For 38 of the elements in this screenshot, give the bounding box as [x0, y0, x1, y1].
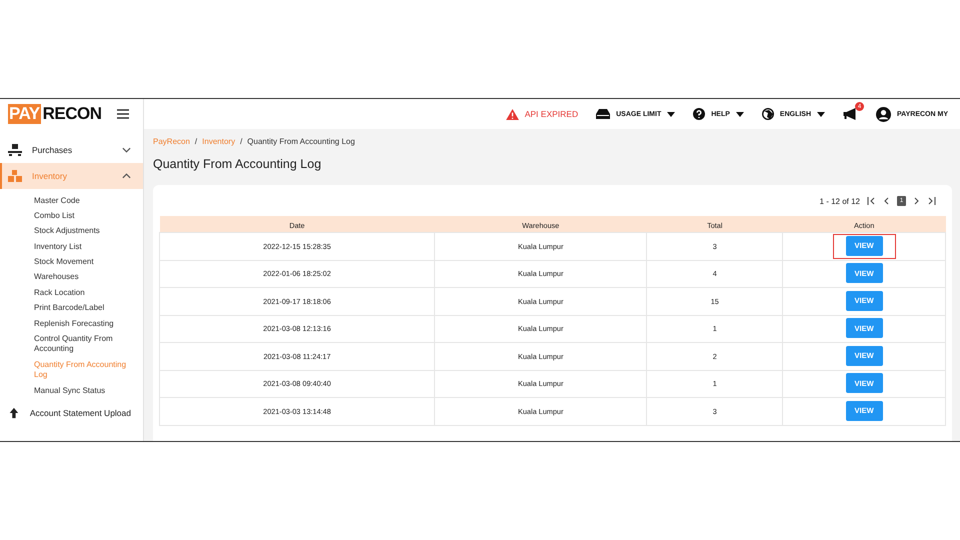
caret-icon [667, 112, 676, 116]
chevron-icon [122, 147, 131, 153]
breadcrumb-item: Quantity From Accounting Log [247, 137, 355, 146]
caret-icon [817, 112, 826, 116]
sidebar-item[interactable]: Account Statement Upload [0, 400, 143, 426]
chevron-icon [122, 173, 131, 179]
sidebar-subitem[interactable]: Stock Adjustments [34, 224, 143, 240]
page-title: Quantity From Accounting Log [153, 157, 322, 171]
last-page-icon[interactable] [928, 197, 936, 205]
help-icon [693, 108, 706, 120]
sidebar-subitem[interactable]: Print Barcode/Label [34, 300, 143, 316]
payrecon-logo: PAY RECON [8, 104, 102, 124]
sidebar-subitem[interactable]: Combo List [34, 208, 143, 224]
warning-icon [506, 108, 519, 120]
sidebar-subitem[interactable]: Rack Location [34, 285, 143, 301]
first-page-icon[interactable] [867, 197, 875, 205]
sidebar-subitem[interactable]: Warehouses [34, 270, 143, 286]
hard-drive-icon [596, 109, 610, 119]
next-page-icon[interactable] [913, 197, 921, 205]
sidebar-subitem[interactable]: Manual Sync Status [34, 383, 143, 398]
caret-icon [736, 112, 744, 116]
sidebar-subitem[interactable]: Master Code [34, 193, 143, 208]
breadcrumb-separator: / [240, 137, 242, 146]
sidebar-subitem[interactable]: Stock Movement [34, 254, 143, 270]
globe-icon [762, 108, 774, 120]
sidebar-item[interactable]: Purchases [0, 137, 143, 163]
sidebar-subitem[interactable]: Control Quantity From Accounting [34, 332, 143, 358]
boxes-icon [8, 170, 22, 182]
breadcrumb-separator: / [194, 137, 198, 146]
menu-icon[interactable] [117, 109, 129, 119]
user-avatar-icon [876, 106, 892, 122]
previous-page-icon[interactable] [882, 197, 890, 205]
sidebar-subitem[interactable]: Inventory List [34, 239, 143, 255]
upload-icon [8, 407, 20, 420]
api-expired-alert[interactable]: API EXPIRED [524, 109, 578, 119]
megaphone-icon[interactable] [843, 108, 858, 120]
sidebar-subitem[interactable]: Replenish Forecasting [34, 316, 143, 332]
pagination-range: 1 - 12 of 12 [820, 196, 860, 206]
